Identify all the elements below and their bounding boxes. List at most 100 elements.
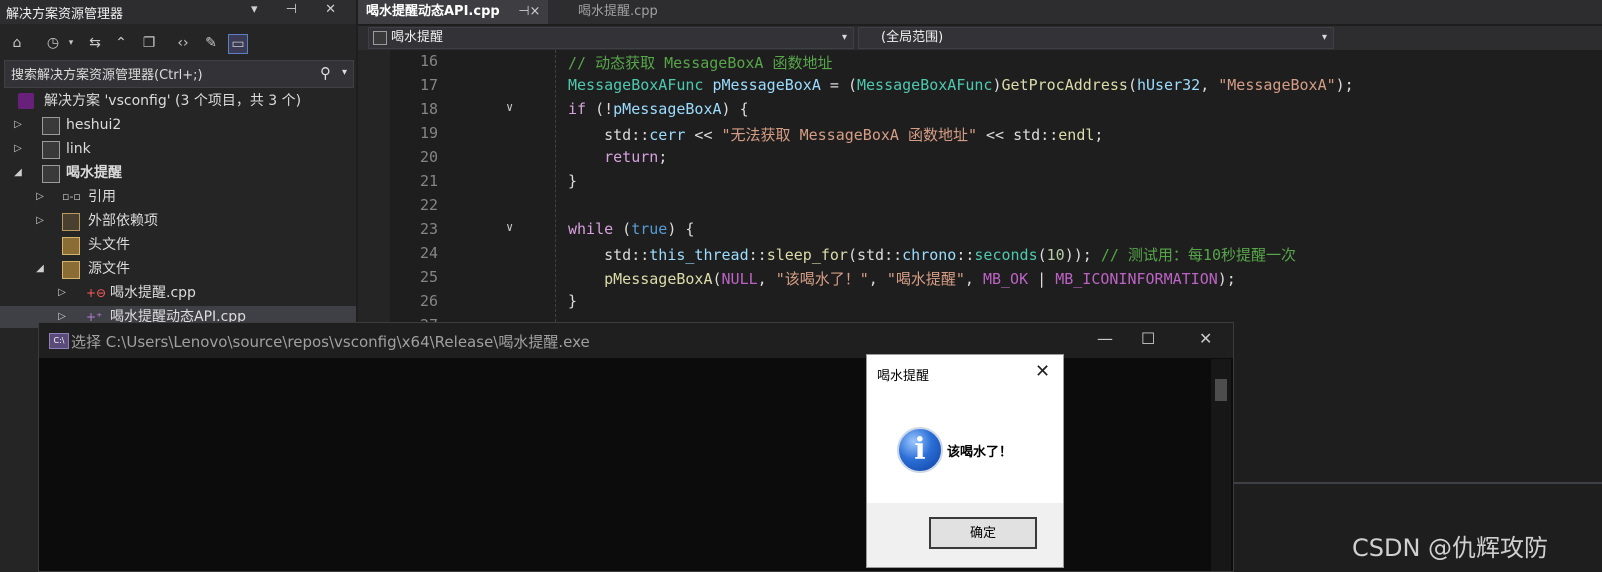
console-title: 选择 C:\Users\Lenovo\source\repos\vsconfig… <box>71 333 590 351</box>
cpp-project-icon <box>42 117 60 135</box>
cpp-project-icon <box>373 31 387 45</box>
line-number: 21 <box>419 172 438 190</box>
chevron-down-icon[interactable]: ▾ <box>342 67 347 78</box>
search-input[interactable] <box>9 65 303 85</box>
folder-icon <box>62 237 80 255</box>
tree-item-source-files[interactable]: ◢ 源文件 <box>0 258 356 280</box>
chevron-right-icon[interactable]: ▷ <box>56 282 68 304</box>
tree-item-references[interactable]: ▷ ▫-▫ 引用 <box>0 186 356 208</box>
message-box[interactable]: 喝水提醒 ✕ i 该喝水了！ 确定 <box>866 354 1064 568</box>
solution-explorer-titlebar: 解决方案资源管理器 ▾ ⊣ ✕ <box>0 0 356 24</box>
tab-heshui-cpp[interactable]: 喝水提醒.cpp <box>570 0 666 24</box>
maximize-icon[interactable]: ☐ <box>1141 329 1155 348</box>
preview-icon[interactable]: ▭ <box>228 34 248 54</box>
navigation-bar: 喝水提醒 ▾ (全局范围) ▾ <box>358 26 1602 50</box>
chevron-right-icon[interactable]: ▷ <box>34 186 46 208</box>
chevron-right-icon[interactable]: ▷ <box>12 114 24 136</box>
code-line-17: MessageBoxAFunc pMessageBoxA = (MessageB… <box>568 76 1354 94</box>
tree-item-label: heshui2 <box>66 117 122 133</box>
line-number: 24 <box>419 244 438 262</box>
scope-combo[interactable]: (全局范围) ▾ <box>858 27 1334 49</box>
collapse-icon[interactable]: ⌃ <box>112 34 130 52</box>
code-line-26: } <box>568 292 578 310</box>
line-number: 20 <box>419 148 438 166</box>
chevron-right-icon[interactable]: ▷ <box>34 210 46 232</box>
scope-label: (全局范围) <box>881 30 944 45</box>
line-number: 25 <box>419 268 438 286</box>
code-line-20: return; <box>604 148 668 166</box>
line-number: 26 <box>419 292 438 310</box>
tree-item-header-files[interactable]: 头文件 <box>0 234 356 256</box>
message-box-footer: 确定 <box>867 503 1063 567</box>
watermark: CSDN @仇辉攻防 <box>1352 534 1549 562</box>
tree-item-label: 喝水提醒.cpp <box>110 285 196 301</box>
chevron-down-icon[interactable]: ◢ <box>12 162 24 184</box>
chevron-down-icon[interactable]: ▾ <box>842 28 847 48</box>
cpp-file-error-icon: +⊖ <box>86 286 107 300</box>
chevron-down-icon[interactable]: ◢ <box>34 258 46 280</box>
code-line-23: while (true) { <box>568 220 695 238</box>
close-icon[interactable]: ✕ <box>1035 361 1050 382</box>
references-icon: ▫-▫ <box>62 190 81 203</box>
code-icon[interactable]: ‹› <box>174 34 192 52</box>
tree-item-heshui2[interactable]: ▷ heshui2 <box>0 114 356 136</box>
code-line-16: // 动态获取 MessageBoxA 函数地址 <box>568 54 833 72</box>
code-line-24: std::this_thread::sleep_for(std::chrono:… <box>568 246 1296 264</box>
panel-buttons[interactable]: ▾ ⊣ ✕ <box>251 2 348 17</box>
tree-item-label: link <box>66 141 91 157</box>
tree-item-external-deps[interactable]: ▷ 外部依赖项 <box>0 210 356 232</box>
tree-item-heshui-project[interactable]: ◢ 喝水提醒 <box>0 162 356 184</box>
sync-icon[interactable]: ⇆ <box>86 34 104 52</box>
project-label: 喝水提醒 <box>391 30 444 45</box>
code-line-18: if (!pMessageBoxA) { <box>568 100 749 118</box>
message-box-title: 喝水提醒 <box>877 369 930 384</box>
folder-icon <box>62 213 80 231</box>
code-line-21: } <box>568 172 578 190</box>
wrench-icon[interactable]: ✎ <box>202 34 220 52</box>
cpp-project-icon <box>42 141 60 159</box>
close-icon[interactable]: ✕ <box>1199 329 1212 348</box>
search-icon[interactable]: ⚲ <box>320 64 331 82</box>
tree-item-link[interactable]: ▷ link <box>0 138 356 160</box>
pin-icon[interactable]: ⊣× <box>518 4 540 19</box>
cpp-project-icon <box>42 165 60 183</box>
tree-item-label: 解决方案 'vsconfig' (3 个项目，共 3 个) <box>44 93 302 109</box>
history-icon[interactable]: ◷ <box>44 34 62 52</box>
code-line-19: std::cerr << "无法获取 MessageBoxA 函数地址" << … <box>568 126 1104 144</box>
minimize-icon[interactable]: — <box>1097 329 1113 348</box>
information-icon: i <box>897 427 943 473</box>
scrollbar-thumb[interactable] <box>1215 379 1227 401</box>
tree-item-label: 喝水提醒 <box>66 165 122 181</box>
tree-item-label: 头文件 <box>88 237 130 253</box>
tree-item-label: 引用 <box>88 189 116 205</box>
indent-guide <box>555 50 556 322</box>
tree-item-heshui-cpp[interactable]: ▷ +⊖ 喝水提醒.cpp <box>0 282 356 304</box>
home-icon[interactable]: ⌂ <box>8 34 26 52</box>
line-number: 18 <box>419 100 438 118</box>
tab-heshui-api-cpp[interactable]: 喝水提醒动态API.cpp ⊣× <box>358 0 549 24</box>
ok-button[interactable]: 确定 <box>929 517 1037 549</box>
editor-tabs: 喝水提醒动态API.cpp ⊣× 喝水提醒.cpp <box>358 0 1602 24</box>
code-line-25: pMessageBoxA(NULL, "该喝水了！", "喝水提醒", MB_O… <box>604 270 1236 288</box>
solution-icon <box>18 93 34 109</box>
folder-icon <box>62 261 80 279</box>
chevron-down-icon[interactable]: ▾ <box>1322 28 1327 48</box>
line-number: 23 <box>419 220 438 238</box>
fold-chevron-icon[interactable]: ∨ <box>506 220 513 234</box>
chevron-right-icon[interactable]: ▷ <box>12 138 24 160</box>
copy-icon[interactable]: ❐ <box>140 34 158 52</box>
tab-label: 喝水提醒.cpp <box>578 4 658 19</box>
line-number: 16 <box>419 52 438 70</box>
tree-item-solution[interactable]: 解决方案 'vsconfig' (3 个项目，共 3 个) <box>0 90 356 112</box>
code-editor[interactable]: 16 17 18 19 20 21 22 23 24 25 26 27 ∨ ∨ … <box>358 50 1602 334</box>
chevron-down-icon[interactable]: ▾ <box>62 34 80 52</box>
tab-label: 喝水提醒动态API.cpp <box>366 4 500 19</box>
line-number: 17 <box>419 76 438 94</box>
console-titlebar: C:\ 选择 C:\Users\Lenovo\source\repos\vsco… <box>39 323 1233 358</box>
divider <box>1234 482 1602 484</box>
solution-explorer-search[interactable]: ⚲ ▾ <box>4 60 354 88</box>
console-scrollbar[interactable] <box>1211 359 1231 571</box>
solution-explorer-toolbar: ⌂ ◷ ▾ ⇆ ⌃ ❐ ‹› ✎ ▭ <box>0 26 356 60</box>
fold-chevron-icon[interactable]: ∨ <box>506 100 513 114</box>
project-combo[interactable]: 喝水提醒 ▾ <box>368 27 854 49</box>
